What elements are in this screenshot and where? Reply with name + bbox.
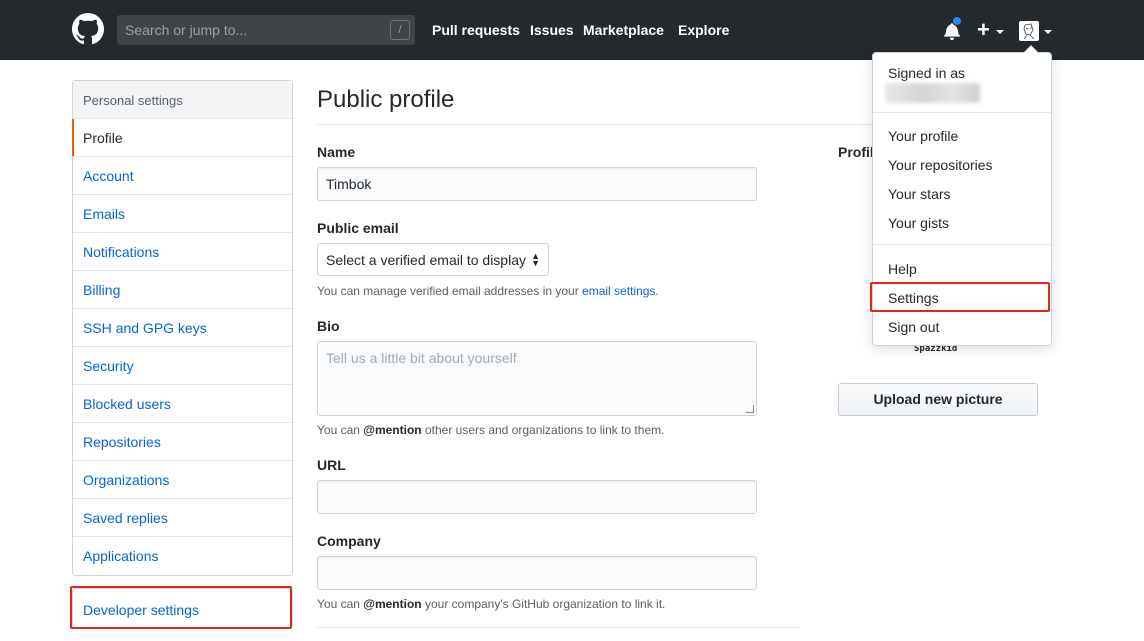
- resize-grip-icon[interactable]: [746, 405, 754, 413]
- menu-sign-out[interactable]: Sign out: [888, 319, 939, 335]
- sidebar-item-ssh-gpg-keys[interactable]: SSH and GPG keys: [73, 309, 292, 347]
- sidebar-item-emails[interactable]: Emails: [73, 195, 292, 233]
- nav-marketplace[interactable]: Marketplace: [583, 22, 664, 38]
- email-note-prefix: You can manage verified email addresses …: [317, 284, 583, 298]
- email-note: You can manage verified email addresses …: [317, 284, 659, 298]
- company-label: Company: [317, 533, 381, 549]
- menu-divider: [873, 244, 1051, 245]
- menu-your-stars[interactable]: Your stars: [888, 186, 951, 202]
- public-email-select-value: Select a verified email to display: [326, 252, 526, 268]
- company-note-suffix: your company's GitHub organization to li…: [421, 597, 666, 611]
- bio-placeholder: Tell us a little bit about yourself: [326, 350, 517, 366]
- menu-divider: [873, 112, 1051, 113]
- menu-your-repositories[interactable]: Your repositories: [888, 157, 993, 173]
- user-avatar[interactable]: [1019, 21, 1039, 41]
- bio-note-prefix: You can: [317, 423, 364, 437]
- bio-textarea[interactable]: Tell us a little bit about yourself: [317, 341, 757, 416]
- settings-sidebar: Personal settings Profile Account Emails…: [72, 80, 293, 576]
- company-note-prefix: You can: [317, 597, 364, 611]
- sidebar-item-security[interactable]: Security: [73, 347, 292, 385]
- menu-your-profile[interactable]: Your profile: [888, 128, 958, 144]
- menu-help[interactable]: Help: [888, 261, 917, 277]
- email-note-suffix: .: [655, 284, 659, 298]
- select-arrows-icon: ▲ ▼: [531, 251, 540, 268]
- sidebar-item-saved-replies[interactable]: Saved replies: [73, 499, 292, 537]
- bio-note-mention: @mention: [363, 423, 422, 437]
- sidebar-item-organizations[interactable]: Organizations: [73, 461, 292, 499]
- sidebar-item-blocked-users[interactable]: Blocked users: [73, 385, 292, 423]
- sidebar-item-notifications[interactable]: Notifications: [73, 233, 292, 271]
- avatar-sketch-icon: [1023, 23, 1035, 40]
- public-email-select[interactable]: Select a verified email to display ▲ ▼: [317, 243, 549, 276]
- search-box[interactable]: [117, 15, 415, 45]
- settings-highlight: [870, 282, 1050, 312]
- create-new-plus-icon[interactable]: +: [977, 17, 990, 43]
- github-logo-icon[interactable]: [72, 13, 104, 45]
- sidebar-item-billing[interactable]: Billing: [73, 271, 292, 309]
- menu-your-gists[interactable]: Your gists: [888, 215, 949, 231]
- search-shortcut-key: /: [390, 20, 410, 40]
- url-label: URL: [317, 457, 346, 473]
- url-field[interactable]: [317, 480, 757, 514]
- developer-settings-highlight: [70, 586, 292, 629]
- company-note-mention: @mention: [363, 597, 422, 611]
- name-field[interactable]: [317, 167, 757, 201]
- company-field[interactable]: [317, 556, 757, 590]
- name-label: Name: [317, 144, 356, 160]
- bio-label: Bio: [317, 318, 340, 334]
- unread-notification-dot: [952, 16, 962, 26]
- nav-pull-requests[interactable]: Pull requests: [432, 22, 520, 38]
- sidebar-item-profile[interactable]: Profile: [72, 119, 292, 157]
- chevron-down-icon[interactable]: [996, 30, 1004, 34]
- search-input[interactable]: [117, 15, 377, 45]
- nav-explore[interactable]: Explore: [678, 22, 729, 38]
- bio-note: You can @mention other users and organiz…: [317, 423, 664, 437]
- company-note: You can @mention your company's GitHub o…: [317, 597, 665, 611]
- sidebar-item-applications[interactable]: Applications: [73, 537, 292, 575]
- top-nav-bar: / Pull requests Issues Marketplace Explo…: [0, 0, 1144, 60]
- public-email-label: Public email: [317, 220, 399, 236]
- sidebar-heading: Personal settings: [73, 81, 292, 119]
- upload-new-picture-button[interactable]: Upload new picture: [838, 383, 1038, 416]
- redacted-username: [885, 83, 980, 103]
- sidebar-item-account[interactable]: Account: [73, 157, 292, 195]
- nav-issues[interactable]: Issues: [530, 22, 574, 38]
- page-title: Public profile: [317, 86, 455, 113]
- sidebar-item-repositories[interactable]: Repositories: [73, 423, 292, 461]
- email-settings-link[interactable]: email settings: [582, 284, 655, 298]
- form-bottom-divider: [317, 627, 800, 628]
- signed-in-as-label: Signed in as: [888, 65, 966, 81]
- avatar-chevron-down-icon[interactable]: [1044, 30, 1052, 34]
- bio-note-suffix: other users and organizations to link to…: [421, 423, 665, 437]
